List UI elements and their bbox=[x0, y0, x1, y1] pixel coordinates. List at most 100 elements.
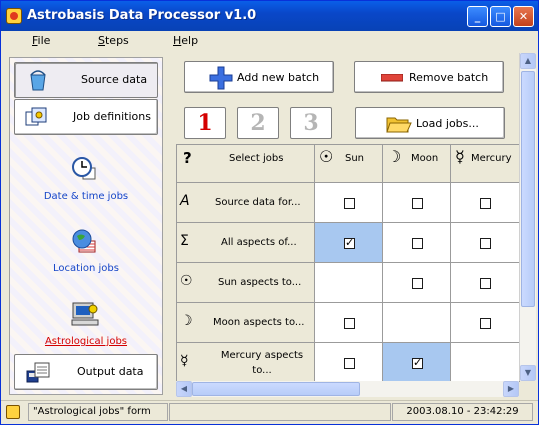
checkbox[interactable] bbox=[480, 198, 491, 209]
menu-file[interactable]: File bbox=[32, 34, 50, 47]
row-label-mercury-aspects: Mercury aspects to... bbox=[220, 350, 304, 376]
column-label-sun: Sun bbox=[345, 153, 365, 164]
cell-sun-sun bbox=[315, 263, 383, 303]
scroll-left-arrow-icon[interactable]: ◀ bbox=[176, 381, 192, 397]
astrological-jobs-link[interactable]: Astrological jobs bbox=[10, 336, 162, 347]
help-icon[interactable]: ? bbox=[183, 149, 192, 167]
app-window: Astrobasis Data Processor v1.0 _ □ ✕ Fil… bbox=[0, 0, 539, 425]
checkbox[interactable] bbox=[344, 318, 355, 329]
date-time-jobs-link[interactable]: Date & time jobs bbox=[10, 191, 162, 202]
checkbox[interactable] bbox=[480, 318, 491, 329]
cell-mercury-sun[interactable] bbox=[315, 343, 383, 382]
batch-3-button[interactable]: 3 bbox=[290, 107, 332, 139]
batch-2-button[interactable]: 2 bbox=[237, 107, 279, 139]
cell-source-mercury[interactable] bbox=[451, 183, 520, 223]
globe-icon[interactable] bbox=[71, 228, 97, 254]
row-header-moon-aspects[interactable]: ☽ Moon aspects to... bbox=[177, 303, 315, 343]
column-label-mercury: Mercury bbox=[471, 153, 512, 164]
sidebar: Source data Job definitions Date & time … bbox=[9, 57, 163, 395]
grid-corner-header: ? Select jobs bbox=[177, 145, 315, 183]
cell-mercury-moon[interactable] bbox=[383, 343, 451, 382]
jobs-grid: ? Select jobs ☉ Sun ☽ Moon ☿ Mercury A S… bbox=[176, 144, 520, 382]
mercury-symbol-icon: ☿ bbox=[455, 147, 465, 166]
clock-icon[interactable] bbox=[71, 156, 97, 182]
column-header-sun[interactable]: ☉ Sun bbox=[315, 145, 383, 183]
cell-source-moon[interactable] bbox=[383, 183, 451, 223]
title-bar[interactable]: Astrobasis Data Processor v1.0 _ □ ✕ bbox=[1, 1, 538, 31]
menu-bar: File Steps Help bbox=[1, 31, 538, 51]
row-label-sun-aspects: Sun aspects to... bbox=[218, 277, 302, 288]
moon-symbol-icon: ☽ bbox=[387, 147, 402, 166]
remove-batch-label: Remove batch bbox=[409, 71, 489, 84]
job-definitions-icon bbox=[25, 107, 47, 126]
scroll-down-arrow-icon[interactable]: ▼ bbox=[520, 365, 536, 381]
status-form-label: "Astrological jobs" form bbox=[28, 403, 168, 421]
computer-icon[interactable] bbox=[70, 301, 100, 327]
horizontal-scrollbar[interactable]: ◀ ▶ bbox=[176, 381, 519, 397]
status-app-icon bbox=[6, 405, 20, 419]
plus-icon bbox=[209, 66, 233, 90]
output-data-icon bbox=[26, 362, 50, 383]
column-label-moon: Moon bbox=[411, 153, 439, 164]
load-jobs-label: Load jobs... bbox=[416, 117, 479, 130]
cell-all-moon[interactable] bbox=[383, 223, 451, 263]
add-batch-button[interactable]: Add new batch bbox=[184, 61, 334, 93]
location-jobs-link[interactable]: Location jobs bbox=[10, 263, 162, 274]
cell-mercury-mercury bbox=[451, 343, 520, 382]
minimize-button[interactable]: _ bbox=[467, 6, 488, 27]
folder-icon bbox=[386, 117, 412, 133]
cell-moon-mercury[interactable] bbox=[451, 303, 520, 343]
row-header-source-data[interactable]: A Source data for... bbox=[177, 183, 315, 223]
close-button[interactable]: ✕ bbox=[513, 6, 534, 27]
select-jobs-label: Select jobs bbox=[229, 153, 284, 164]
output-data-button[interactable]: Output data bbox=[14, 354, 158, 390]
scroll-right-arrow-icon[interactable]: ▶ bbox=[503, 381, 519, 397]
row-header-mercury-aspects[interactable]: ☿ Mercury aspects to... bbox=[177, 343, 315, 382]
batch-1-button[interactable]: 1 bbox=[184, 107, 226, 139]
checkbox[interactable] bbox=[412, 356, 423, 369]
row-label-all-aspects: All aspects of... bbox=[221, 237, 297, 248]
checkbox[interactable] bbox=[412, 198, 423, 209]
row-header-all-aspects[interactable]: Σ All aspects of... bbox=[177, 223, 315, 263]
status-empty-panel bbox=[169, 403, 391, 421]
column-header-mercury[interactable]: ☿ Mercury bbox=[451, 145, 520, 183]
cell-sun-mercury[interactable] bbox=[451, 263, 520, 303]
source-data-label: Source data bbox=[81, 73, 148, 86]
row-label-moon-aspects: Moon aspects to... bbox=[213, 317, 305, 328]
checkbox[interactable] bbox=[344, 358, 355, 369]
cell-all-mercury[interactable] bbox=[451, 223, 520, 263]
checkbox[interactable] bbox=[480, 278, 491, 289]
checkbox[interactable] bbox=[344, 198, 355, 209]
row-header-sun-aspects[interactable]: ☉ Sun aspects to... bbox=[177, 263, 315, 303]
cell-sun-moon[interactable] bbox=[383, 263, 451, 303]
horizontal-scroll-thumb[interactable] bbox=[192, 382, 360, 396]
load-jobs-button[interactable]: Load jobs... bbox=[355, 107, 505, 139]
cell-all-sun[interactable] bbox=[315, 223, 383, 263]
sun-symbol-icon: ☉ bbox=[319, 147, 334, 166]
checkbox[interactable] bbox=[412, 278, 423, 289]
app-icon bbox=[6, 8, 22, 24]
cell-source-sun[interactable] bbox=[315, 183, 383, 223]
window-title: Astrobasis Data Processor v1.0 bbox=[27, 8, 257, 23]
moon-row-icon: ☽ bbox=[180, 313, 193, 329]
cell-moon-moon bbox=[383, 303, 451, 343]
column-header-moon[interactable]: ☽ Moon bbox=[383, 145, 451, 183]
cell-moon-sun[interactable] bbox=[315, 303, 383, 343]
row-label-source-data: Source data for... bbox=[215, 197, 301, 208]
menu-help[interactable]: Help bbox=[173, 34, 198, 47]
checkbox[interactable] bbox=[412, 238, 423, 249]
vertical-scrollbar[interactable]: ▲ ▼ bbox=[519, 53, 536, 381]
menu-steps[interactable]: Steps bbox=[98, 34, 129, 47]
bucket-icon bbox=[30, 70, 46, 91]
checkbox[interactable] bbox=[480, 238, 491, 249]
source-data-button[interactable]: Source data bbox=[14, 62, 158, 98]
minus-icon bbox=[381, 74, 403, 82]
job-definitions-label: Job definitions bbox=[73, 110, 151, 123]
status-timestamp: 2003.08.10 - 23:42:29 bbox=[392, 403, 533, 421]
scroll-up-arrow-icon[interactable]: ▲ bbox=[520, 53, 536, 69]
job-definitions-button[interactable]: Job definitions bbox=[14, 99, 158, 135]
maximize-button[interactable]: □ bbox=[490, 6, 511, 27]
checkbox[interactable] bbox=[344, 236, 355, 249]
vertical-scroll-thumb[interactable] bbox=[521, 71, 535, 307]
remove-batch-button[interactable]: Remove batch bbox=[354, 61, 504, 93]
